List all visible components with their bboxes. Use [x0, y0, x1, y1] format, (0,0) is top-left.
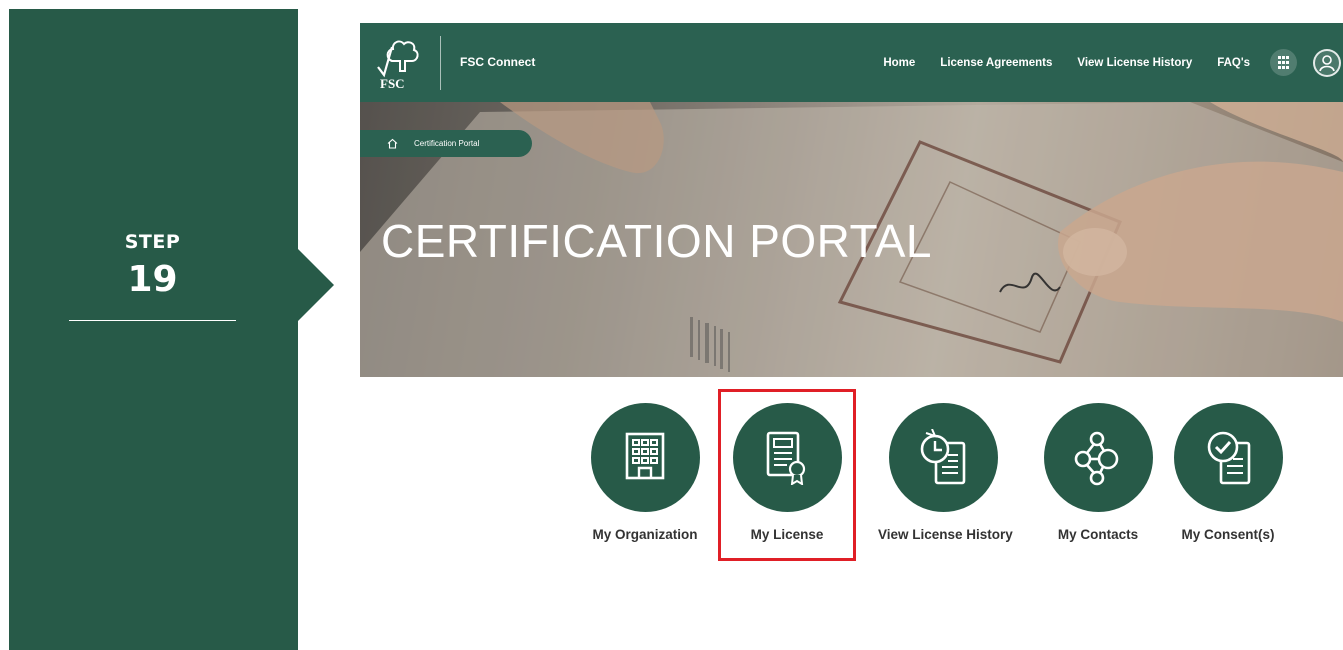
- building-icon: [625, 432, 665, 479]
- fsc-logo[interactable]: FSC: [372, 33, 424, 93]
- history-document-icon: [920, 428, 966, 484]
- tile-my-consents[interactable]: My Consent(s): [1163, 403, 1293, 542]
- navbar: FSC FSC Connect Home License Agreements …: [360, 23, 1343, 102]
- tile-view-license-history[interactable]: View License History: [878, 403, 1013, 542]
- nav-links: Home License Agreements View License His…: [883, 23, 1341, 102]
- user-icon: [1319, 54, 1335, 71]
- tile-circle: [1043, 403, 1153, 512]
- step-panel: [9, 9, 298, 650]
- highlight-box: [718, 389, 856, 561]
- nav-view-license-history[interactable]: View License History: [1077, 57, 1192, 69]
- step-label: STEP: [124, 231, 181, 253]
- network-nodes-icon: [1074, 431, 1119, 485]
- nav-license-agreements[interactable]: License Agreements: [940, 57, 1052, 69]
- breadcrumb: Certification Portal: [360, 130, 532, 157]
- portal-screenshot: FSC FSC Connect Home License Agreements …: [360, 23, 1343, 650]
- hero-banner: Certification Portal CERTIFICATION PORTA…: [360, 102, 1343, 377]
- svg-text:FSC: FSC: [380, 76, 405, 91]
- home-icon[interactable]: [387, 138, 398, 149]
- tile-my-organization[interactable]: My Organization: [580, 403, 710, 542]
- consent-checkmark-icon: [1207, 431, 1251, 484]
- user-profile-button[interactable]: [1313, 48, 1341, 77]
- logo-divider: [440, 36, 441, 90]
- tile-circle: [888, 403, 998, 512]
- tile-circle: [1173, 403, 1283, 512]
- apps-grid-button[interactable]: [1270, 49, 1297, 76]
- tile-label: My Contacts: [1057, 527, 1139, 542]
- brand-name[interactable]: FSC Connect: [460, 55, 535, 69]
- tile-my-contacts[interactable]: My Contacts: [1033, 403, 1163, 542]
- apps-grid-icon: [1278, 56, 1289, 69]
- tile-label: View License History: [878, 527, 1013, 542]
- nav-home[interactable]: Home: [883, 57, 915, 69]
- nav-faqs[interactable]: FAQ's: [1217, 57, 1250, 69]
- page-title: CERTIFICATION PORTAL: [381, 215, 932, 267]
- step-number: 19: [127, 259, 178, 300]
- tile-label: My Organization: [592, 527, 698, 542]
- tile-label: My Consent(s): [1181, 527, 1275, 542]
- breadcrumb-current[interactable]: Certification Portal: [414, 139, 479, 148]
- step-divider: [69, 320, 236, 321]
- tile-circle: [590, 403, 700, 512]
